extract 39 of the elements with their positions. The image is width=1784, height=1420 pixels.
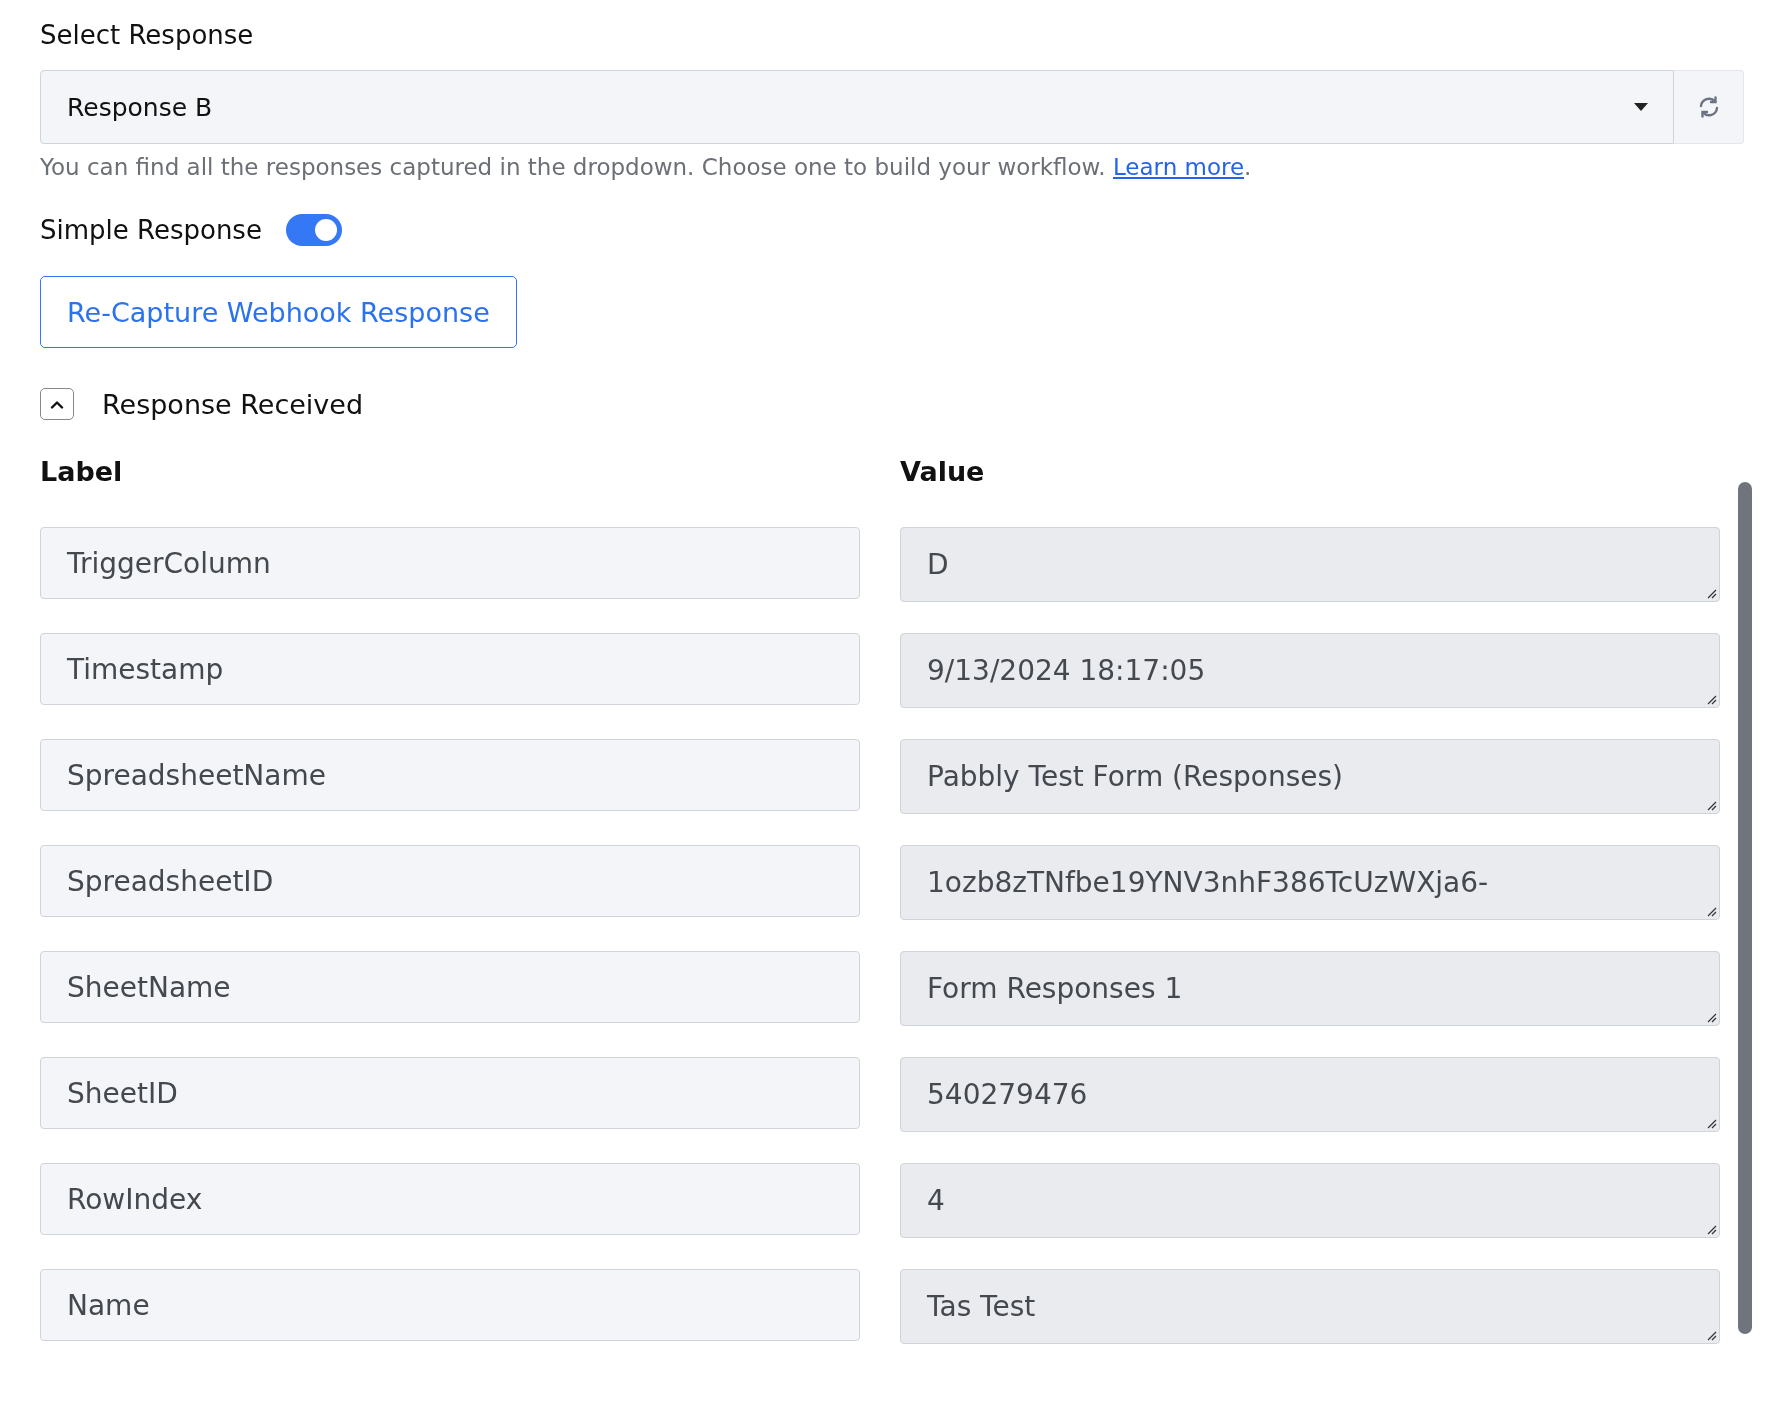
collapse-button[interactable] xyxy=(40,388,74,420)
column-header: Label xyxy=(40,456,124,487)
resize-handle-icon xyxy=(1705,1117,1717,1129)
value-field[interactable]: 1ozb8zTNfbe19YNV3nhF386TcUzWXja6- xyxy=(900,845,1720,920)
toggle-switch[interactable] xyxy=(285,214,342,246)
learn-more-link[interactable]: Learn more xyxy=(1112,154,1245,180)
value-field[interactable]: 4 xyxy=(900,1163,1720,1238)
value-field[interactable]: D xyxy=(900,527,1720,602)
resize-handle-icon xyxy=(1705,799,1717,811)
column-header: Value xyxy=(900,456,986,487)
resize-handle-icon xyxy=(1705,905,1717,917)
label-field[interactable]: SheetID xyxy=(40,1057,860,1129)
resize-handle-icon xyxy=(1705,587,1717,599)
section-title: Response Received xyxy=(102,388,364,420)
label-field[interactable]: TriggerColumn xyxy=(40,527,860,599)
label-field[interactable]: Name xyxy=(40,1269,860,1341)
chevron-icon xyxy=(50,399,64,409)
value-field[interactable]: Tas Test xyxy=(900,1269,1720,1344)
value-field[interactable]: Pabbly Test Form (Responses) xyxy=(900,739,1720,814)
caret-icon xyxy=(1633,102,1649,112)
scrollbar[interactable] xyxy=(1738,482,1752,1334)
field-label: Select Response xyxy=(40,20,255,50)
label-field[interactable]: Timestamp xyxy=(40,633,860,705)
resize-handle-icon xyxy=(1705,1329,1717,1341)
refresh-button[interactable] xyxy=(1674,70,1744,144)
value-field[interactable]: 9/13/2024 18:17:05 xyxy=(900,633,1720,708)
resize-handle-icon xyxy=(1705,1011,1717,1023)
value-field[interactable]: Form Responses 1 xyxy=(900,951,1720,1026)
label-field[interactable]: RowIndex xyxy=(40,1163,860,1235)
resize-handle-icon xyxy=(1705,1223,1717,1235)
label-field[interactable]: SheetName xyxy=(40,951,860,1023)
recapture-button[interactable]: Re-Capture Webhook Response xyxy=(40,276,517,348)
label-field[interactable]: SpreadsheetID xyxy=(40,845,860,917)
value-field[interactable]: 540279476 xyxy=(900,1057,1720,1132)
toggle-label: Simple Response xyxy=(40,215,262,245)
response-dropdown[interactable]: Response B xyxy=(40,70,1674,144)
label-field[interactable]: SpreadsheetName xyxy=(40,739,860,811)
resize-handle-icon xyxy=(1705,693,1717,705)
help-text: You can find all the responses captured in the dropdown. Choose one to build your workflow. Learn more. xyxy=(40,154,1253,180)
